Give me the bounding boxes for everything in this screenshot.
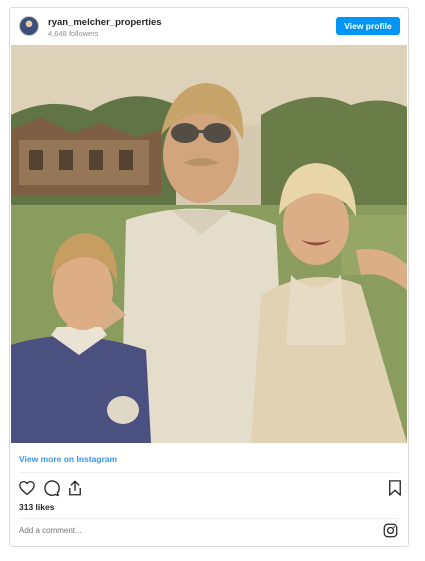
follower-count: 4,648 followers <box>48 29 99 38</box>
bookmark-icon[interactable] <box>386 479 404 497</box>
like-count: 313 likes <box>19 502 55 512</box>
share-icon[interactable] <box>66 479 84 497</box>
post-photo-illustration <box>11 45 407 443</box>
post-photo[interactable] <box>11 45 407 443</box>
divider <box>19 472 399 473</box>
username[interactable]: ryan_melcher_properties <box>48 17 162 28</box>
heart-icon[interactable] <box>18 479 36 497</box>
view-profile-button[interactable]: View profile <box>336 17 400 35</box>
post-header: ryan_melcher_properties 4,648 followers … <box>10 8 408 44</box>
view-more-link[interactable]: View more on Instagram <box>19 454 117 464</box>
comment-input[interactable] <box>19 526 359 535</box>
instagram-icon[interactable] <box>383 523 398 538</box>
avatar[interactable] <box>19 16 39 36</box>
instagram-embed-card: ryan_melcher_properties 4,648 followers … <box>9 7 409 547</box>
comment-icon[interactable] <box>42 479 60 497</box>
divider <box>19 518 399 519</box>
action-bar <box>10 477 408 501</box>
